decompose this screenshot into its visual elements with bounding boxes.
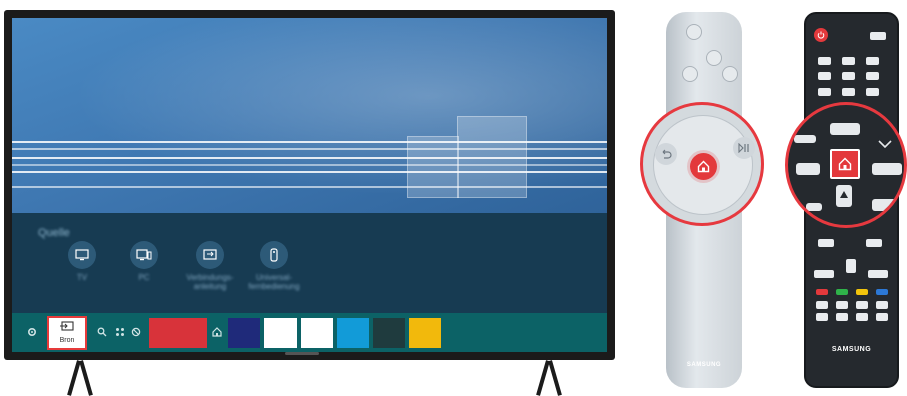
- chevron-down-icon[interactable]: [878, 135, 904, 149]
- yellow-key[interactable]: [856, 289, 868, 295]
- ambient-icon[interactable]: [129, 325, 143, 339]
- tv-frame: Quelle TV PC Verbindungs-anleitung Unive…: [4, 10, 615, 360]
- tv-screen: Quelle TV PC Verbindungs-anleitung Unive…: [12, 18, 607, 352]
- source-item-universal-remote[interactable]: Universal-fernbedienung: [244, 241, 304, 291]
- tv-icon: [68, 241, 96, 269]
- number-key[interactable]: [866, 72, 879, 80]
- number-key[interactable]: [842, 57, 855, 65]
- function-key[interactable]: [816, 301, 828, 309]
- source-item-label: Universal-fernbedienung: [248, 273, 300, 291]
- tv-stand-leg: [67, 360, 81, 396]
- play-pause-icon[interactable]: [733, 137, 755, 159]
- tv-stand-leg: [79, 360, 93, 396]
- home-icon: [697, 160, 710, 173]
- function-key[interactable]: [836, 313, 848, 321]
- up-key[interactable]: [836, 185, 852, 207]
- remote-brand: SAMSUNG: [831, 346, 872, 353]
- function-key[interactable]: [876, 301, 888, 309]
- settings-icon[interactable]: [25, 325, 39, 339]
- function-key[interactable]: [806, 203, 822, 211]
- home-button[interactable]: [830, 149, 860, 179]
- right-key[interactable]: [866, 239, 882, 247]
- app-tile[interactable]: [373, 318, 405, 348]
- smart-remote-zoom: [640, 102, 764, 226]
- source-item-label: PC: [138, 273, 150, 282]
- number-button[interactable]: [682, 66, 698, 82]
- source-item-pc[interactable]: PC: [114, 241, 174, 287]
- home-icon[interactable]: [210, 325, 224, 339]
- app-tile[interactable]: [264, 318, 297, 348]
- function-key[interactable]: [816, 313, 828, 321]
- function-key[interactable]: [856, 313, 868, 321]
- power-icon: [817, 31, 825, 39]
- app-tile[interactable]: [228, 318, 260, 348]
- number-key[interactable]: [842, 88, 855, 96]
- source-button[interactable]: [870, 32, 886, 40]
- number-key[interactable]: [866, 88, 879, 96]
- tv-stand-leg: [536, 360, 550, 396]
- universal-remote-icon: [260, 241, 288, 269]
- number-key[interactable]: [818, 57, 831, 65]
- standard-remote-zoom: [785, 102, 907, 228]
- source-panel-title: Quelle: [38, 227, 70, 239]
- source-button[interactable]: Bron: [47, 316, 87, 350]
- down-key[interactable]: [846, 259, 856, 273]
- blue-key[interactable]: [876, 289, 888, 295]
- source-button-label: Bron: [59, 337, 75, 344]
- function-key[interactable]: [872, 163, 902, 175]
- green-key[interactable]: [836, 289, 848, 295]
- source-item-tv[interactable]: TV: [52, 241, 112, 287]
- left-key[interactable]: [818, 239, 834, 247]
- red-key[interactable]: [816, 289, 828, 295]
- apps-icon[interactable]: [113, 325, 127, 339]
- number-key[interactable]: [842, 72, 855, 80]
- source-item-connection-guide[interactable]: Verbindungs-anleitung: [180, 241, 240, 291]
- power-button[interactable]: [814, 28, 828, 42]
- ambient-button[interactable]: [722, 66, 738, 82]
- connection-guide-icon: [196, 241, 224, 269]
- power-button[interactable]: [686, 24, 702, 40]
- source-icon: [60, 321, 74, 331]
- app-tile[interactable]: [409, 318, 441, 348]
- source-item-label: TV: [76, 273, 88, 282]
- number-key[interactable]: [818, 88, 831, 96]
- search-icon[interactable]: [95, 325, 109, 339]
- app-tile[interactable]: [149, 318, 207, 348]
- function-key[interactable]: [868, 270, 888, 278]
- number-key[interactable]: [866, 57, 879, 65]
- function-key[interactable]: [814, 270, 834, 278]
- tv-stand-leg: [548, 360, 562, 396]
- function-key[interactable]: [856, 301, 868, 309]
- microphone-button[interactable]: [706, 50, 722, 66]
- function-key[interactable]: [836, 301, 848, 309]
- function-key[interactable]: [872, 199, 898, 211]
- up-arrow-icon: [840, 191, 848, 198]
- function-key[interactable]: [876, 313, 888, 321]
- app-tile[interactable]: [301, 318, 333, 348]
- home-button[interactable]: [690, 153, 717, 180]
- number-key[interactable]: [818, 72, 831, 80]
- return-icon[interactable]: [655, 143, 677, 165]
- home-icon: [838, 157, 852, 171]
- smart-hub-taskbar: Bron: [12, 313, 607, 352]
- tv-logo: [285, 352, 319, 355]
- source-item-label: Verbindungs-anleitung: [186, 273, 234, 291]
- remote-brand: SAMSUNG: [686, 362, 722, 368]
- monitor-icon: [130, 241, 158, 269]
- function-key[interactable]: [796, 163, 820, 175]
- app-tile[interactable]: [337, 318, 369, 348]
- function-key[interactable]: [830, 123, 860, 135]
- function-key[interactable]: [794, 135, 816, 143]
